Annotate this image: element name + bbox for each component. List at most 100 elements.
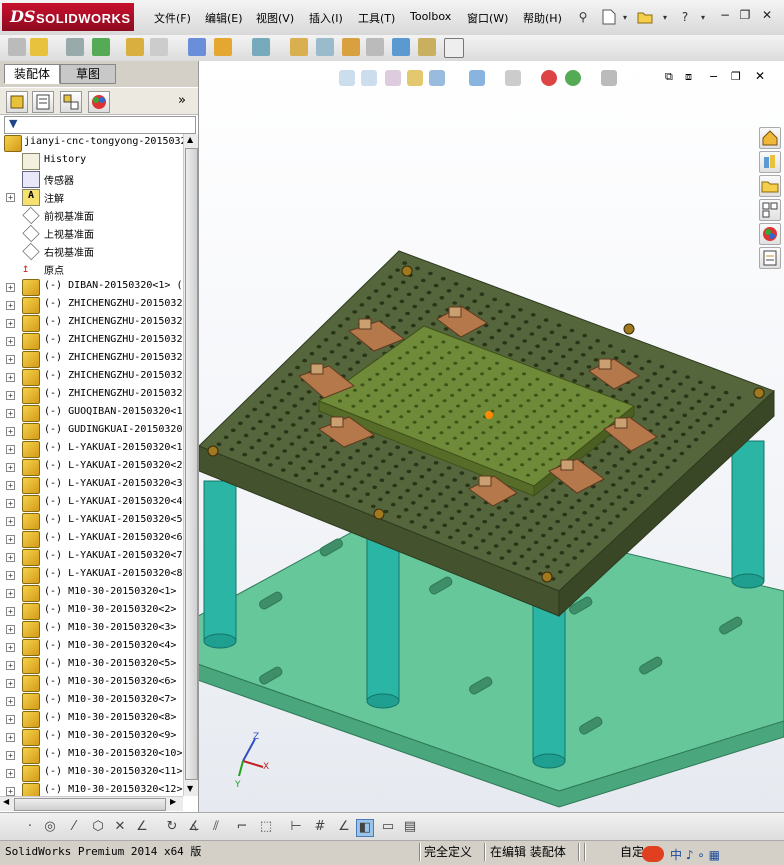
view-settings-icon[interactable] <box>601 70 617 86</box>
interference-detection-icon[interactable] <box>392 38 410 56</box>
mirror-icon[interactable]: ⫽ <box>208 819 224 835</box>
expand-toggle-icon[interactable]: + <box>6 193 15 202</box>
expand-toggle-icon[interactable]: + <box>6 679 15 688</box>
menu-tools[interactable]: 工具(T) <box>356 10 397 26</box>
expand-toggle-icon[interactable]: + <box>6 499 15 508</box>
menu-edit[interactable]: 编辑(E) <box>203 10 245 26</box>
tree-item[interactable]: + (-) M10-30-20150320<7> <box>0 692 183 710</box>
expand-toggle-icon[interactable]: + <box>6 751 15 760</box>
3d-view-icon[interactable]: ◧ <box>356 819 374 837</box>
component-icon[interactable] <box>8 38 26 56</box>
zoom-to-area-icon[interactable] <box>361 70 377 86</box>
circle-icon[interactable]: ◎ <box>42 819 58 835</box>
expand-toggle-icon[interactable]: + <box>6 391 15 400</box>
tab-sketch[interactable]: 草图 <box>60 64 116 84</box>
menu-window[interactable]: 窗口(W) <box>465 10 510 26</box>
zoom-to-fit-icon[interactable] <box>339 70 355 86</box>
menu-insert[interactable]: 插入(I) <box>307 10 345 26</box>
angle-icon[interactable]: ∠ <box>336 819 352 835</box>
feature-manager-tab-icon[interactable] <box>6 91 28 113</box>
tree-item[interactable]: + (-) M10-30-20150320<3> <box>0 620 183 638</box>
expand-toggle-icon[interactable]: + <box>6 643 15 652</box>
viewport-split-icon[interactable]: ⧈ <box>685 70 692 84</box>
show-hidden-icon[interactable] <box>188 38 206 56</box>
tree-item[interactable]: + (-) ZHICHENGZHU-2015032 <box>0 350 183 368</box>
tree-horizontal-scrollbar[interactable]: ◀ ▶ <box>0 796 183 811</box>
tree-item[interactable]: + (-) ZHICHENGZHU-2015032 <box>0 332 183 350</box>
expand-toggle-icon[interactable]: + <box>6 445 15 454</box>
tree-item[interactable]: + (-) M10-30-20150320<10> <box>0 746 183 764</box>
corner-icon[interactable]: ⌐ <box>234 819 250 835</box>
help-dropdown-icon[interactable]: ▾ <box>694 8 712 26</box>
tree-item[interactable]: + (-) ZHICHENGZHU-2015032 <box>0 314 183 332</box>
tree-item[interactable]: 前视基准面 <box>0 206 183 225</box>
filter-icon[interactable]: ▼ <box>9 117 17 130</box>
tree-item[interactable]: 传感器 <box>0 170 183 188</box>
expand-toggle-icon[interactable]: + <box>6 355 15 364</box>
display-style-icon[interactable] <box>469 70 485 86</box>
single-view-icon[interactable]: ▭ <box>380 819 396 835</box>
menu-file[interactable]: 文件(F) <box>152 10 193 26</box>
expand-toggle-icon[interactable]: + <box>6 337 15 346</box>
tree-item[interactable]: + (-) L-YAKUAI-20150320<4 <box>0 494 183 512</box>
tree-item[interactable]: 右视基准面 <box>0 242 183 261</box>
scroll-thumb[interactable] <box>185 148 198 780</box>
design-library-icon[interactable] <box>759 151 781 173</box>
convert-entities-icon[interactable]: ↻ <box>164 819 180 835</box>
restore-icon[interactable]: ❐ <box>738 8 752 22</box>
tree-item[interactable]: + (-) ZHICHENGZHU-2015032 <box>0 296 183 314</box>
expand-toggle-icon[interactable]: + <box>6 733 15 742</box>
file-explorer-icon[interactable] <box>759 175 781 197</box>
minimize-icon[interactable]: − <box>718 8 732 22</box>
tree-item[interactable]: + (-) ZHICHENGZHU-2015032 <box>0 386 183 404</box>
expand-toggle-icon[interactable]: + <box>6 589 15 598</box>
rectangle-icon[interactable]: ⬚ <box>258 819 274 835</box>
new-motion-study-icon[interactable] <box>290 38 308 56</box>
tree-item[interactable]: + (-) L-YAKUAI-20150320<2 <box>0 458 183 476</box>
display-manager-tab-icon[interactable] <box>88 91 110 113</box>
expand-toggle-icon[interactable]: + <box>6 661 15 670</box>
tree-item[interactable]: History <box>0 152 183 170</box>
menu-toolbox[interactable]: Toolbox <box>408 10 453 23</box>
solidworks-resources-icon[interactable] <box>759 127 781 149</box>
scroll-down-icon[interactable]: ▼ <box>187 784 193 793</box>
scroll-left-icon[interactable]: ◀ <box>3 797 9 806</box>
exploded-view-icon[interactable] <box>342 38 360 56</box>
reference-geometry-icon[interactable] <box>252 38 270 56</box>
tree-item[interactable]: + (-) L-YAKUAI-20150320<1 <box>0 440 183 458</box>
expand-toggle-icon[interactable]: + <box>6 463 15 472</box>
polygon-icon[interactable]: ⬡ <box>90 819 106 835</box>
tree-root[interactable]: jianyi-cnc-tongyong-2015032 <box>0 134 183 152</box>
expand-toggle-icon[interactable]: + <box>6 697 15 706</box>
previous-view-icon[interactable] <box>385 70 401 86</box>
smart-dimension-icon[interactable]: ⊢ <box>288 819 304 835</box>
tree-item[interactable]: + (-) GUDINGKUAI-20150320 <box>0 422 183 440</box>
assembly-features-icon[interactable] <box>214 38 232 56</box>
tree-item[interactable]: + (-) GUOQIBAN-20150320<1 <box>0 404 183 422</box>
tree-item[interactable]: + (-) M10-30-20150320<9> <box>0 728 183 746</box>
extend-icon[interactable]: ∠ <box>134 819 150 835</box>
tree-item[interactable]: + (-) L-YAKUAI-20150320<3 <box>0 476 183 494</box>
trim-icon[interactable]: ✕ <box>112 819 128 835</box>
tab-assembly[interactable]: 装配体 <box>4 64 60 84</box>
new-dropdown-icon[interactable]: ▾ <box>616 8 634 26</box>
help-question-icon[interactable]: ? <box>676 8 694 26</box>
scroll-up-icon[interactable]: ▲ <box>187 135 193 144</box>
view-orientation-icon[interactable] <box>429 70 445 86</box>
expand-toggle-icon[interactable]: + <box>6 517 15 526</box>
expand-toggle-icon[interactable]: + <box>6 553 15 562</box>
h-scroll-thumb[interactable] <box>14 798 166 811</box>
filter-box[interactable]: ▼ <box>4 116 196 134</box>
expand-toggle-icon[interactable]: + <box>6 283 15 292</box>
ime-logo-icon[interactable] <box>642 846 664 862</box>
tree-item[interactable]: 上视基准面 <box>0 224 183 243</box>
tree-item[interactable]: + (-) M10-30-20150320<2> <box>0 602 183 620</box>
tree-item[interactable]: + (-) L-YAKUAI-20150320<7 <box>0 548 183 566</box>
expand-toggle-icon[interactable]: + <box>6 301 15 310</box>
smart-fasteners-icon[interactable] <box>126 38 144 56</box>
hide-show-items-icon[interactable] <box>505 70 521 86</box>
close-icon[interactable]: ✕ <box>760 8 774 22</box>
expand-toggle-icon[interactable]: + <box>6 571 15 580</box>
insert-component-icon[interactable] <box>30 38 48 56</box>
property-manager-tab-icon[interactable] <box>32 91 54 113</box>
